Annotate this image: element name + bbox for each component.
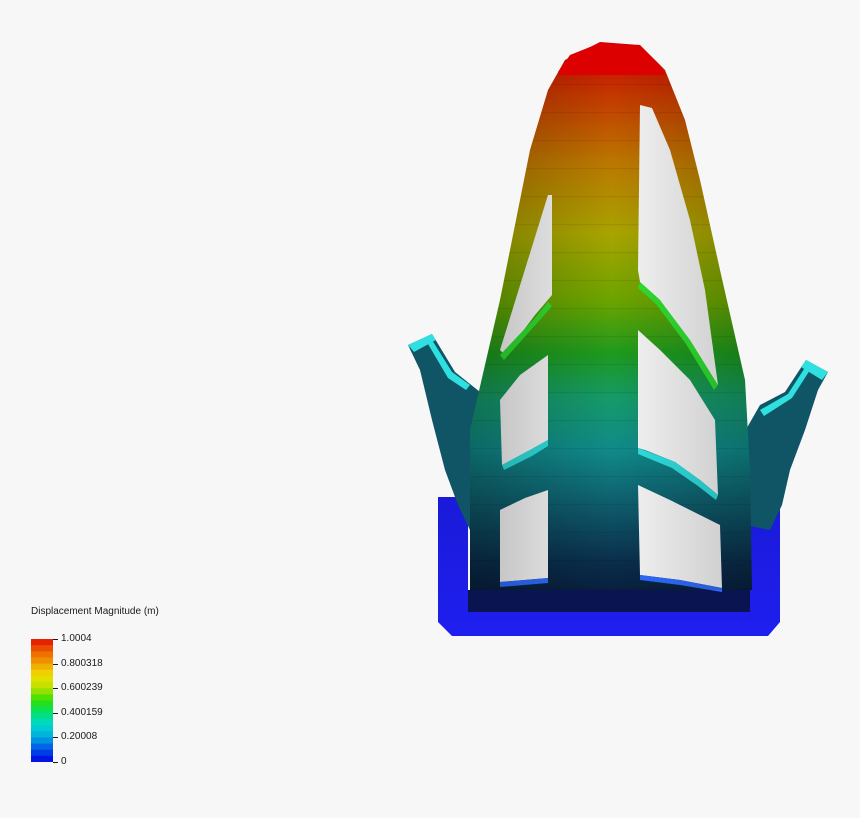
legend-tick-mark <box>53 762 58 763</box>
legend-band <box>31 639 53 646</box>
legend-band <box>31 663 53 671</box>
legend-band <box>31 743 53 751</box>
legend-tick-mark <box>53 663 58 665</box>
legend-band <box>31 657 53 664</box>
legend-band <box>31 694 53 701</box>
legend-band <box>31 675 53 683</box>
legend-tick-label: 0.20008 <box>61 731 98 743</box>
legend-color-bar <box>31 639 53 762</box>
legend-band <box>31 669 53 677</box>
legend-band <box>31 688 53 695</box>
legend-band <box>31 706 53 714</box>
legend-tick-mark <box>53 712 58 714</box>
right-wing <box>740 360 828 530</box>
legend-band <box>31 731 53 738</box>
legend-band <box>31 712 53 720</box>
legend-tick-label: 1.0004 <box>61 633 92 644</box>
displacement-model-render <box>408 42 828 636</box>
legend-band <box>31 737 53 744</box>
legend-tick-mark <box>53 688 58 690</box>
base-tray-floor <box>468 590 750 612</box>
arch-top-cap <box>558 43 665 75</box>
legend-band <box>31 725 53 732</box>
arch-shading <box>470 42 752 590</box>
legend-title: Displacement Magnitude (m) <box>31 606 159 617</box>
legend-tick-label: 0.400159 <box>61 706 103 718</box>
render-viewport[interactable]: Displacement Magnitude (m) 1.0004 0.80031… <box>0 0 860 818</box>
legend-tick-mark <box>53 737 58 739</box>
legend-tick-label: 0 <box>61 756 67 767</box>
legend-band <box>31 645 53 652</box>
legend-tick-label: 0.600239 <box>61 682 103 694</box>
legend-band <box>31 718 53 726</box>
legend-band <box>31 651 53 658</box>
legend-tick-label: 0.800318 <box>61 657 103 669</box>
legend-band <box>31 682 53 689</box>
legend-tick-mark <box>53 639 58 640</box>
legend-band <box>31 700 53 708</box>
legend-band <box>31 749 53 757</box>
legend-band <box>31 755 53 762</box>
